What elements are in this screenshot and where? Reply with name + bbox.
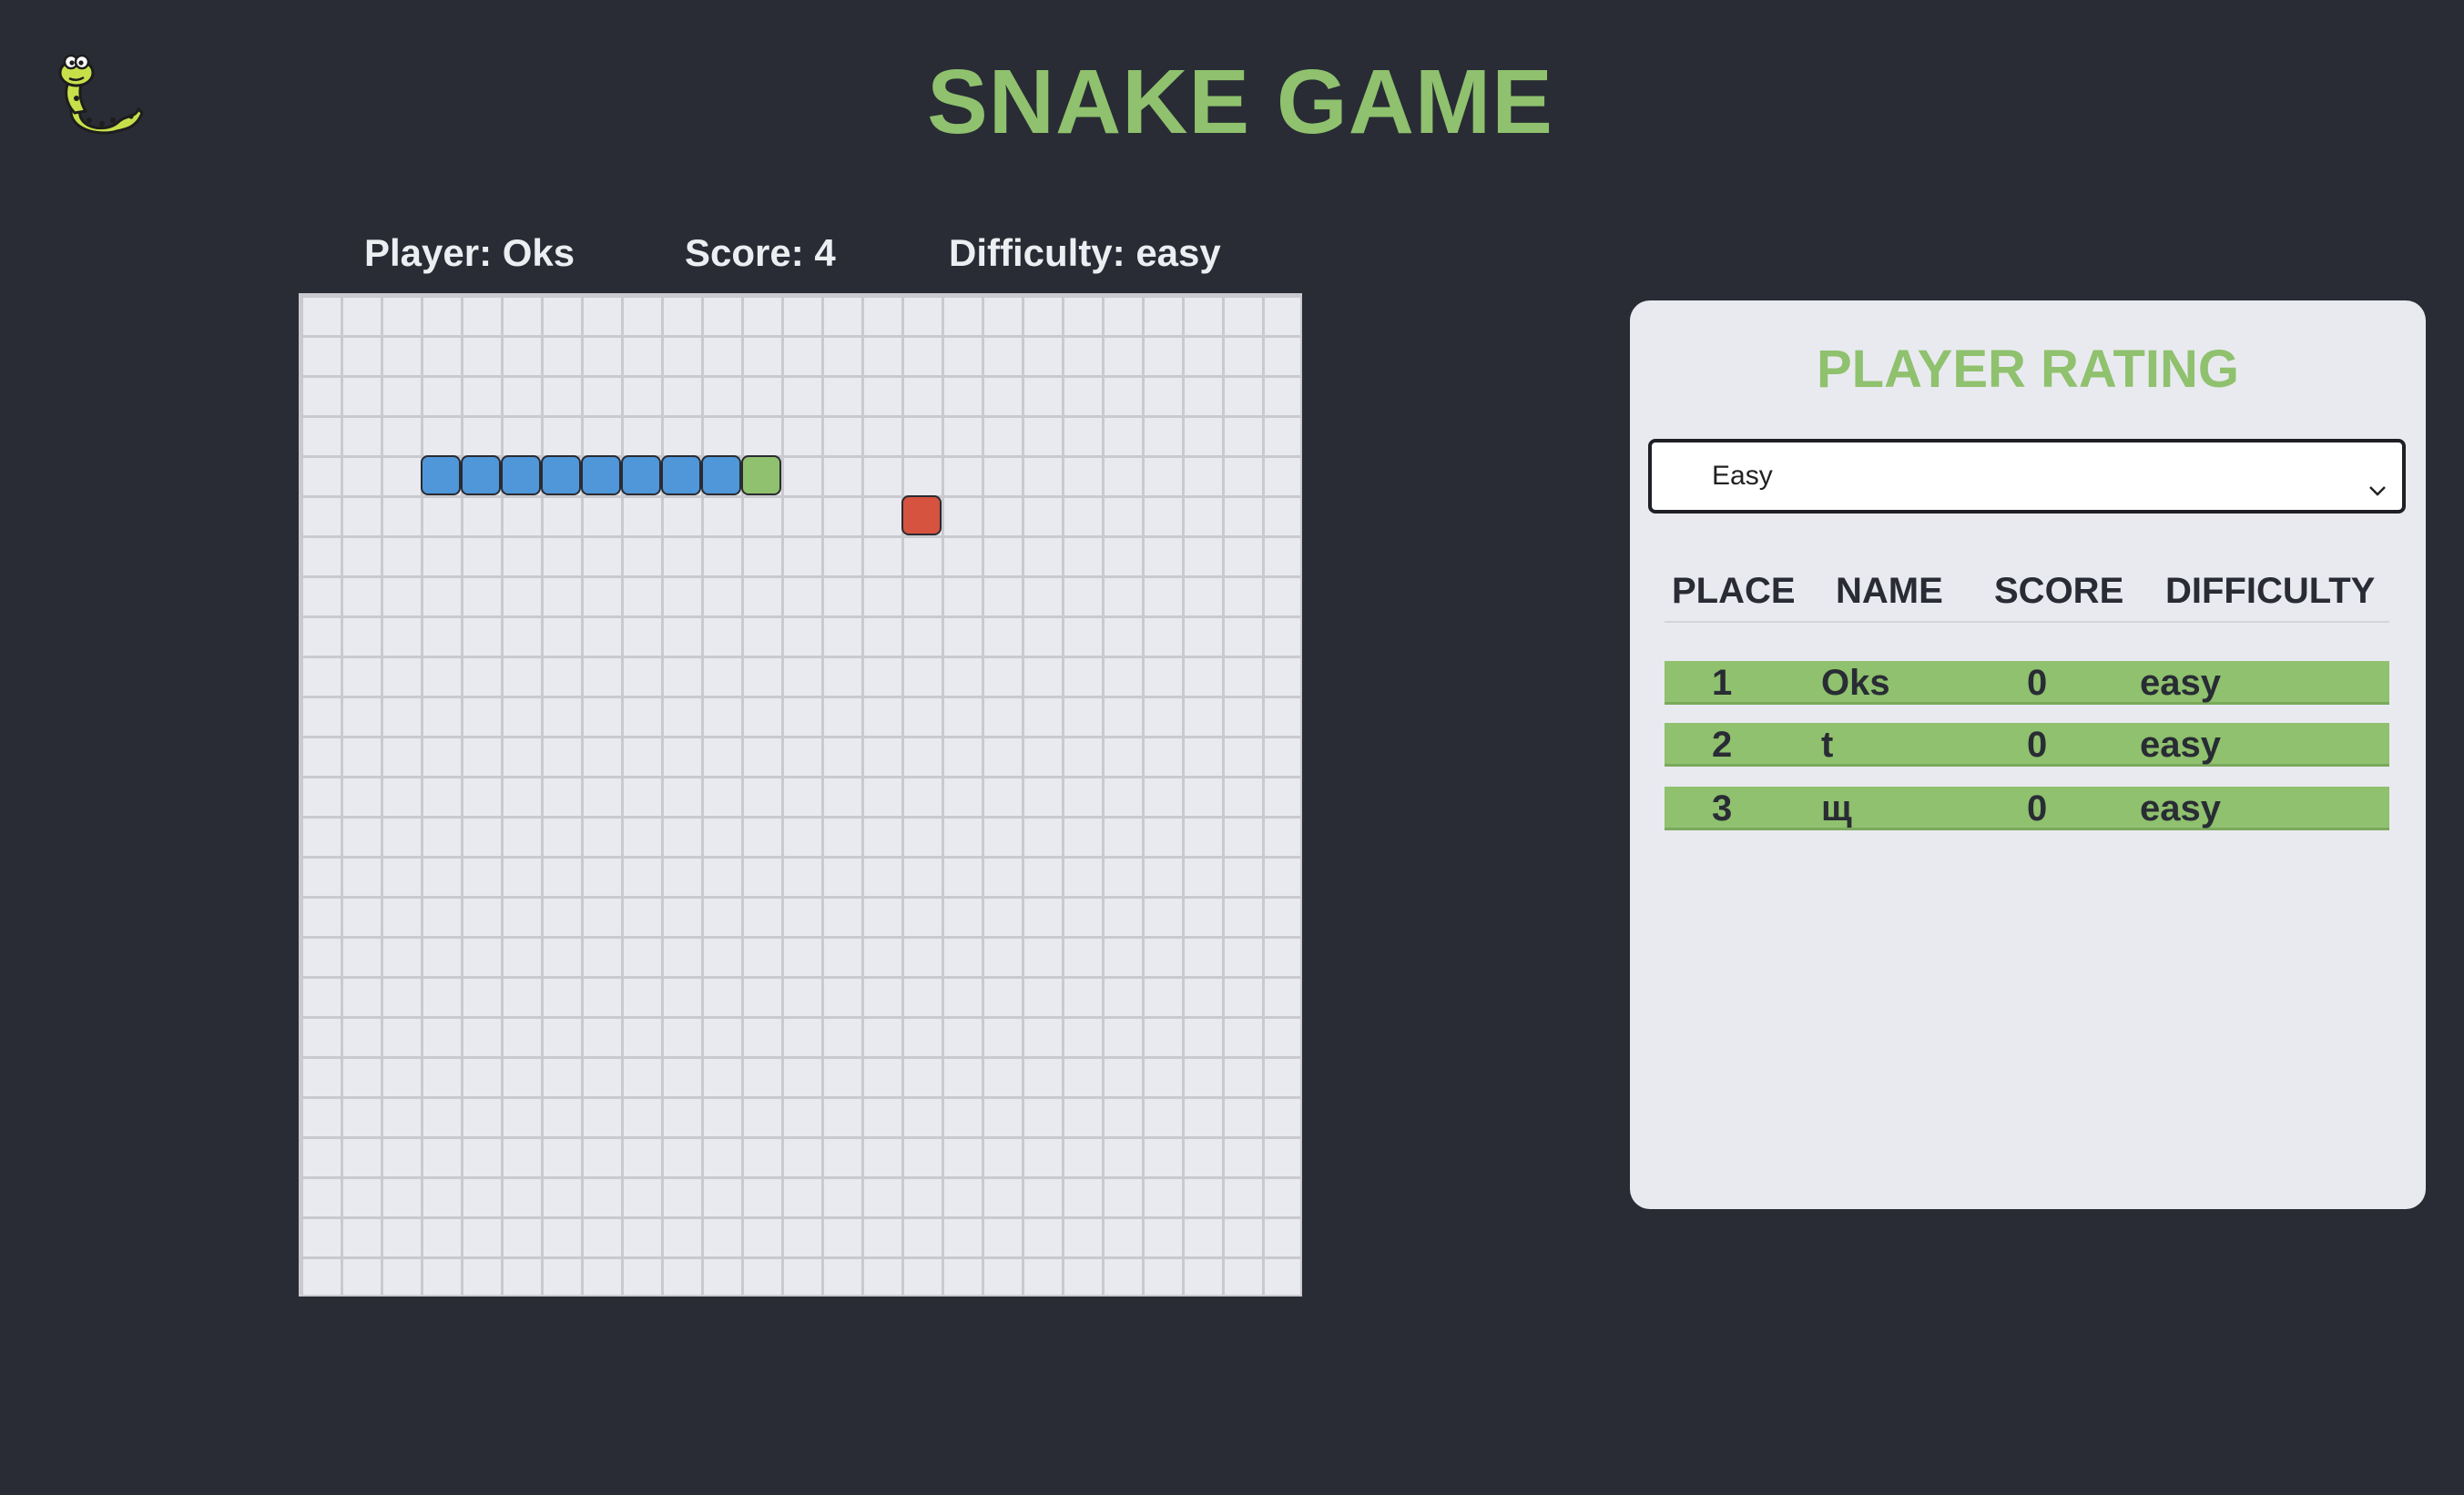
- row-place: 2: [1712, 725, 1733, 765]
- row-difficulty: easy: [2140, 725, 2221, 765]
- row-name: щ: [1821, 788, 1852, 829]
- snake-body-segment: [701, 455, 741, 495]
- row-place: 1: [1712, 663, 1733, 703]
- table-row: 2 t 0 easy: [1665, 723, 2389, 767]
- row-score: 0: [2027, 663, 2048, 703]
- row-score: 0: [2027, 788, 2048, 829]
- row-score: 0: [2027, 725, 2048, 765]
- snake-body-segment: [501, 455, 541, 495]
- table-row: 1 Oks 0 easy: [1665, 661, 2389, 705]
- row-name: Oks: [1821, 663, 1890, 703]
- snake-body-segment: [461, 455, 501, 495]
- row-place: 3: [1712, 788, 1733, 829]
- snake-body-segment: [541, 455, 581, 495]
- table-row: 3 щ 0 easy: [1665, 787, 2389, 830]
- snake-body-segment: [581, 455, 621, 495]
- difficulty-label: Difficulty: easy: [949, 231, 1221, 274]
- column-header-name: NAME: [1836, 571, 1943, 611]
- rating-title: PLAYER RATING: [1816, 340, 2240, 399]
- difficulty-select[interactable]: Easy: [1648, 439, 2406, 514]
- page-title: SNAKE GAME: [927, 51, 1553, 153]
- snake-body-segment: [661, 455, 701, 495]
- player-rating-panel: PLAYER RATING Easy PLACE NAME SCORE DIFF…: [1630, 300, 2426, 1209]
- row-difficulty: easy: [2140, 788, 2221, 829]
- chevron-down-icon: [2366, 461, 2389, 496]
- table-header: PLACE NAME SCORE DIFFICULTY: [1665, 561, 2389, 623]
- row-difficulty: easy: [2140, 663, 2221, 703]
- score-label: Score: 4: [685, 231, 836, 274]
- food-item: [901, 495, 942, 535]
- game-board[interactable]: [299, 293, 1302, 1297]
- player-label: Player: Oks: [364, 231, 575, 274]
- column-header-difficulty: DIFFICULTY: [2165, 571, 2376, 611]
- snake-head: [741, 455, 781, 495]
- difficulty-select-value: Easy: [1712, 461, 1773, 491]
- column-header-place: PLACE: [1672, 571, 1796, 611]
- snake-body-segment: [621, 455, 661, 495]
- snake-body-segment: [421, 455, 461, 495]
- rating-table: PLACE NAME SCORE DIFFICULTY 1 Oks 0 easy…: [1665, 561, 2389, 830]
- column-header-score: SCORE: [1994, 571, 2124, 611]
- row-name: t: [1821, 725, 1834, 765]
